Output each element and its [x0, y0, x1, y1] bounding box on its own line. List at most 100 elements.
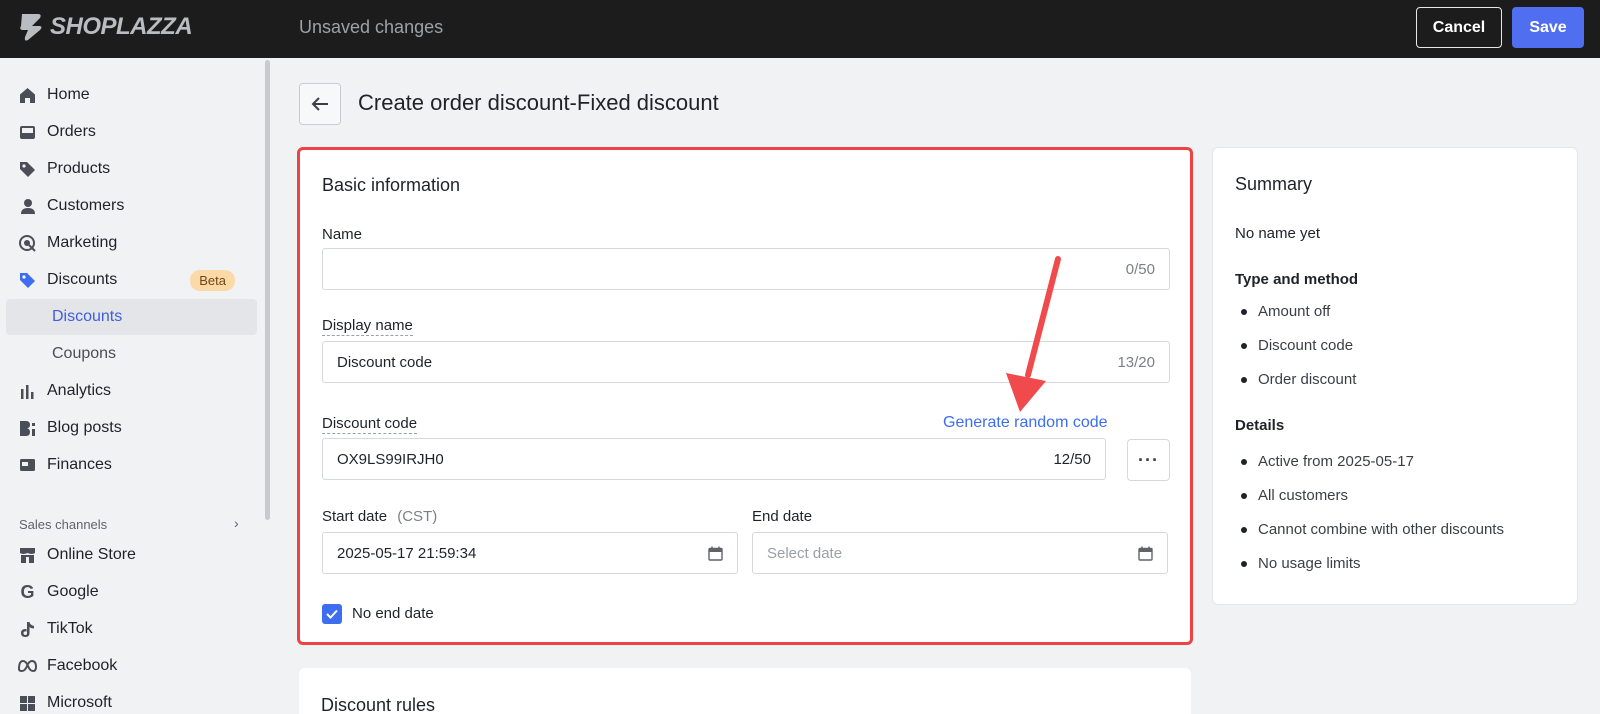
start-date-value: 2025-05-17 21:59:34	[337, 544, 477, 562]
end-date-label: End date	[752, 508, 813, 525]
summary-list-item: All customers	[1258, 487, 1349, 504]
sidebar-item-label: Finances	[47, 456, 112, 473]
sidebar-item-label: Online Store	[47, 546, 136, 563]
page-title: Create order discount-Fixed discount	[358, 90, 719, 115]
summary-list-item: Discount code	[1258, 337, 1354, 354]
summary-name: No name yet	[1235, 225, 1321, 242]
sidebar-item-products[interactable]: Products	[6, 151, 257, 187]
type-and-method-heading: Type and method	[1235, 271, 1359, 288]
sidebar-item-label: Blog posts	[47, 419, 122, 436]
sidebar-item-label: Discounts	[52, 308, 123, 325]
discount-code-value: OX9LS99IRJH0	[337, 450, 444, 468]
save-button[interactable]: Save	[1512, 7, 1584, 48]
discount-rules-card: Discount rules	[299, 668, 1191, 714]
more-options-button[interactable]: ···	[1127, 439, 1170, 481]
finance-icon	[18, 456, 37, 475]
person-icon	[18, 197, 37, 216]
summary-list-item: Order discount	[1258, 371, 1357, 388]
details-heading: Details	[1235, 417, 1285, 434]
sidebar-item-label: Marketing	[47, 234, 118, 251]
summary-list-item: No usage limits	[1258, 555, 1361, 572]
summary-title: Summary	[1235, 174, 1313, 194]
sidebar-item-microsoft[interactable]: Microsoft	[6, 685, 257, 714]
sidebar-subitem-discounts[interactable]: Discounts	[6, 299, 257, 335]
arrow-left-icon	[311, 97, 328, 111]
tag-icon	[18, 160, 37, 179]
sidebar-item-tiktok[interactable]: TikTok	[6, 611, 257, 647]
unsaved-status: Unsaved changes	[299, 17, 444, 37]
ellipsis-icon: ···	[1138, 449, 1159, 470]
sidebar-item-orders[interactable]: Orders	[6, 114, 257, 150]
sidebar-item-facebook[interactable]: Facebook	[6, 648, 257, 684]
checkmark-icon	[326, 609, 338, 619]
sidebar-item-label: Products	[47, 160, 111, 177]
sidebar-item-discounts[interactable]: Discounts Beta	[6, 262, 257, 298]
bullet	[1241, 561, 1247, 567]
no-end-date-checkbox[interactable]	[322, 604, 342, 624]
sidebar-item-label: TikTok	[47, 620, 93, 637]
summary-list-item: Cannot combine with other discounts	[1258, 521, 1504, 538]
blog-icon	[18, 419, 37, 438]
display-name-label: Display name	[322, 317, 413, 336]
top-bar: SHOPLAZZA Unsaved changes Cancel Save	[0, 0, 1600, 58]
discount-code-char-count: 12/50	[1053, 450, 1091, 468]
discount-tag-icon	[18, 271, 37, 290]
start-date-label: Start date (CST)	[322, 508, 437, 525]
sidebar-scrollbar[interactable]	[265, 60, 270, 520]
tiktok-icon	[18, 620, 37, 639]
sidebar-item-customers[interactable]: Customers	[6, 188, 257, 224]
bullet	[1241, 493, 1247, 499]
start-date-label-text: Start date	[322, 508, 388, 525]
beta-badge: Beta	[190, 269, 235, 291]
inbox-icon	[18, 123, 37, 142]
sidebar-item-label: Microsoft	[47, 694, 112, 711]
sidebar-item-online-store[interactable]: Online Store	[6, 537, 257, 573]
google-icon: G	[20, 581, 35, 602]
bullet	[1241, 459, 1247, 465]
end-date-placeholder: Select date	[767, 544, 843, 562]
card-title: Basic information	[322, 175, 461, 195]
sidebar-item-label: Analytics	[47, 382, 112, 399]
bullet	[1241, 377, 1247, 383]
discount-rules-title: Discount rules	[321, 695, 436, 714]
sales-channels-heading: Sales channels	[19, 517, 108, 532]
sidebar-item-label: Orders	[47, 123, 96, 140]
discount-code-input[interactable]: OX9LS99IRJH0 12/50	[322, 438, 1106, 480]
sidebar-item-blog-posts[interactable]: Blog posts	[6, 410, 257, 446]
sidebar-item-label: Customers	[47, 197, 125, 214]
meta-icon	[18, 657, 37, 676]
sidebar-subitem-coupons[interactable]: Coupons	[6, 336, 257, 372]
sidebar-item-label: Home	[47, 86, 90, 103]
sidebar-item-label: Google	[47, 583, 99, 600]
chevron-right-icon[interactable]: ›	[234, 515, 239, 531]
sidebar-item-home[interactable]: Home	[6, 77, 257, 113]
bullet	[1241, 527, 1247, 533]
home-icon	[18, 86, 37, 105]
target-icon	[18, 234, 37, 253]
calendar-icon	[1138, 546, 1153, 561]
generate-random-code-link[interactable]: Generate random code	[943, 414, 1108, 432]
calendar-icon	[708, 546, 723, 561]
back-button[interactable]	[299, 83, 341, 125]
brand-logo: SHOPLAZZA	[18, 12, 193, 42]
end-date-input[interactable]: Select date	[752, 532, 1168, 574]
discount-code-label: Discount code	[322, 415, 418, 434]
sidebar-item-finances[interactable]: Finances	[6, 447, 257, 483]
no-end-date-label[interactable]: No end date	[352, 605, 434, 622]
summary-list-item: Amount off	[1258, 303, 1331, 320]
sidebar-item-label: Coupons	[52, 345, 117, 362]
sidebar-item-label: Facebook	[47, 657, 118, 674]
bar-chart-icon	[18, 382, 37, 401]
microsoft-icon	[18, 694, 37, 713]
sidebar-item-analytics[interactable]: Analytics	[6, 373, 257, 409]
bullet	[1241, 343, 1247, 349]
sidebar-item-google[interactable]: G Google	[6, 574, 257, 610]
name-char-count: 0/50	[1125, 260, 1155, 278]
store-icon	[18, 546, 37, 565]
cancel-button[interactable]: Cancel	[1416, 7, 1502, 48]
start-date-input[interactable]: 2025-05-17 21:59:34	[322, 532, 738, 574]
sidebar-item-label: Discounts	[47, 271, 118, 288]
shoplazza-logo-icon	[20, 14, 42, 41]
sidebar-item-marketing[interactable]: Marketing	[6, 225, 257, 261]
display-name-char-count: 13/20	[1117, 353, 1155, 371]
